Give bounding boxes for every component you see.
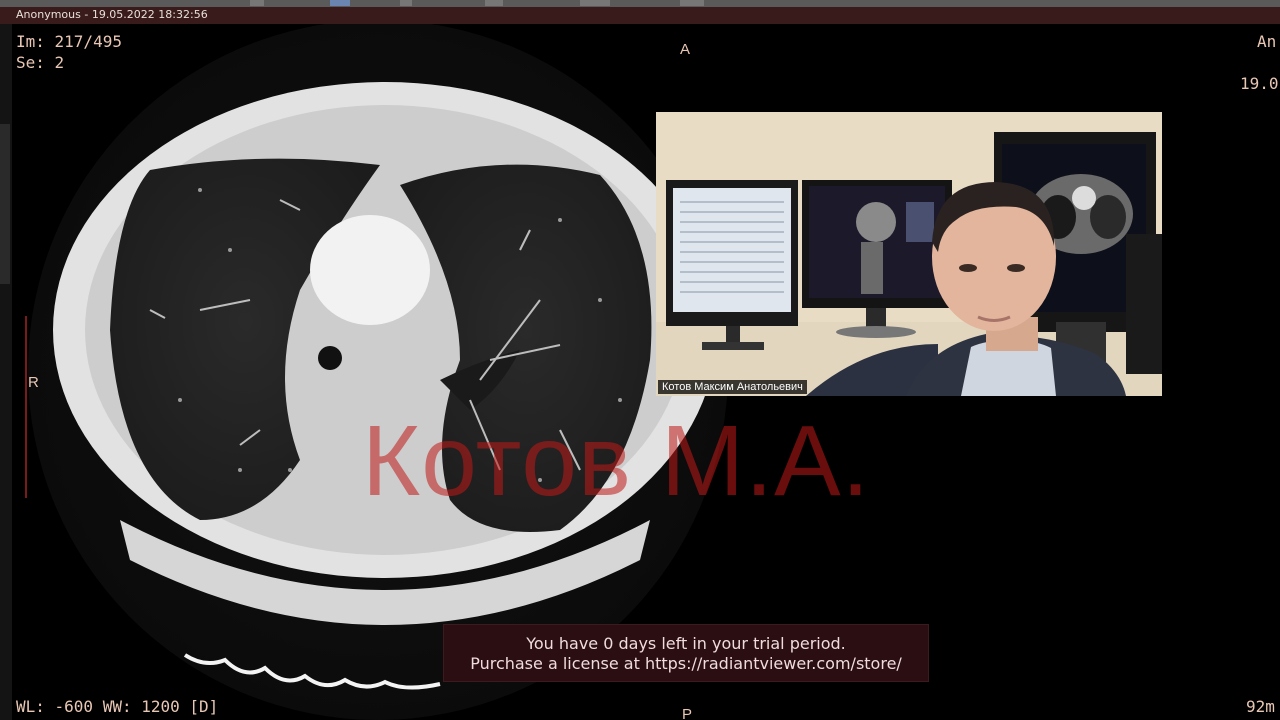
trial-notice-line2: Purchase a license at https://radiantvie…	[470, 654, 902, 673]
left-panel-edge	[0, 24, 12, 720]
orientation-bottom: P	[682, 706, 693, 720]
image-index-label: Im: 217/495	[16, 32, 122, 51]
scrollbar[interactable]	[0, 124, 10, 284]
orientation-left: R	[28, 374, 39, 391]
toolbar-strip	[0, 0, 1280, 7]
webcam-participant-name: Котов Максим Анатольевич	[658, 380, 807, 394]
webcam-feed: Котов Максим Анатольевич	[656, 112, 1162, 396]
webcam-video	[656, 112, 1162, 396]
study-date-label: 19.0	[1240, 74, 1279, 93]
window-title: Anonymous - 19.05.2022 18:32:56	[16, 8, 208, 21]
patient-name-label: An	[1257, 32, 1277, 51]
trial-notice-banner[interactable]: You have 0 days left in your trial perio…	[443, 624, 929, 682]
trial-notice-line1: You have 0 days left in your trial perio…	[526, 634, 846, 653]
watermark-text: Котов М.А.	[362, 405, 871, 517]
viewer-title-bar: Anonymous - 19.05.2022 18:32:56	[0, 7, 1280, 25]
slice-position-label: 92m	[1246, 697, 1275, 716]
window-level-label: WL: -600 WW: 1200 [D]	[16, 697, 219, 716]
series-label: Se: 2	[16, 53, 65, 72]
orientation-top: A	[680, 41, 691, 58]
side-marker	[25, 316, 27, 498]
